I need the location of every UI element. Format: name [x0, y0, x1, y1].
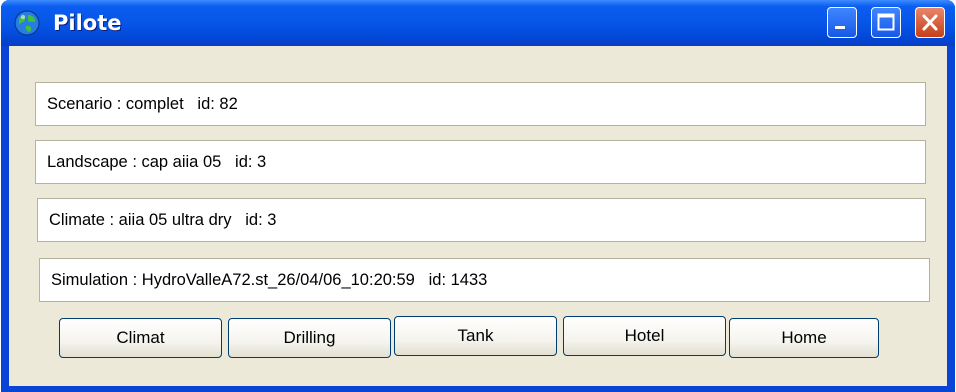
maximize-button[interactable]	[871, 7, 901, 38]
window-title: Pilote	[53, 11, 122, 35]
simulation-field: Simulation : HydroValleA72.st_26/04/06_1…	[39, 258, 930, 302]
tank-button[interactable]: Tank	[394, 316, 557, 356]
climat-button[interactable]: Climat	[59, 318, 222, 358]
pilote-window: Pilote Scenario : complet id: 82 Landsca…	[1, 0, 955, 392]
drilling-button[interactable]: Drilling	[228, 318, 391, 358]
home-button[interactable]: Home	[729, 318, 879, 358]
climate-field: Climate : aiia 05 ultra dry id: 3	[37, 198, 926, 242]
scenario-field: Scenario : complet id: 82	[35, 82, 926, 126]
client-area: Scenario : complet id: 82 Landscape : ca…	[9, 46, 947, 386]
close-button[interactable]	[915, 7, 945, 38]
globe-icon	[13, 9, 41, 37]
title-bar[interactable]: Pilote	[1, 0, 955, 46]
landscape-field: Landscape : cap aiia 05 id: 3	[35, 140, 926, 184]
hotel-button[interactable]: Hotel	[563, 316, 726, 356]
minimize-button[interactable]	[827, 7, 857, 38]
